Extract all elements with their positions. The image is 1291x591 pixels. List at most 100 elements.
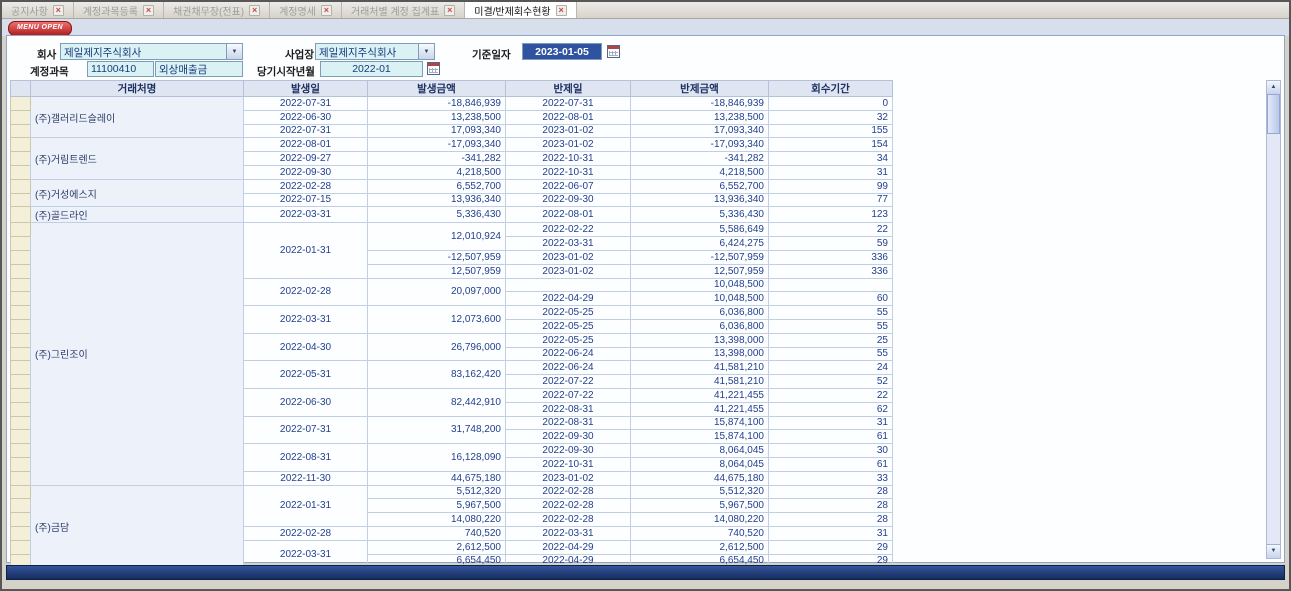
occur-amount-cell[interactable]: 13,238,500 xyxy=(368,110,506,124)
repay-date-cell[interactable]: 2022-10-31 xyxy=(506,152,631,166)
repay-date-cell[interactable]: 2022-05-25 xyxy=(506,333,631,347)
tab-close-icon[interactable]: × xyxy=(556,5,567,16)
row-indicator[interactable] xyxy=(11,319,31,333)
collect-days-cell[interactable]: 24 xyxy=(769,361,893,375)
row-indicator[interactable] xyxy=(11,526,31,540)
occur-amount-cell[interactable]: 82,442,910 xyxy=(368,388,506,416)
repay-date-cell[interactable]: 2023-01-02 xyxy=(506,250,631,264)
repay-date-cell[interactable]: 2022-07-22 xyxy=(506,388,631,402)
row-indicator[interactable] xyxy=(11,430,31,444)
row-indicator[interactable] xyxy=(11,223,31,237)
repay-amount-cell[interactable]: -341,282 xyxy=(631,152,769,166)
collect-days-cell[interactable]: 31 xyxy=(769,416,893,430)
occur-amount-cell[interactable]: -12,507,959 xyxy=(368,250,506,264)
occur-date-cell[interactable]: 2022-01-31 xyxy=(244,485,368,526)
occur-amount-cell[interactable]: 14,080,220 xyxy=(368,513,506,527)
customer-name-cell[interactable]: (주)거성에스지 xyxy=(31,179,244,207)
collect-days-cell[interactable]: 61 xyxy=(769,430,893,444)
repay-amount-cell[interactable]: 10,048,500 xyxy=(631,278,769,292)
company-select[interactable]: 제일제지주식회사 ▼ xyxy=(60,43,243,60)
repay-amount-cell[interactable]: 6,036,800 xyxy=(631,306,769,320)
occur-date-cell[interactable]: 2022-11-30 xyxy=(244,471,368,485)
tab-close-icon[interactable]: × xyxy=(53,5,64,16)
calendar-icon[interactable] xyxy=(427,62,440,75)
repay-amount-cell[interactable]: 41,581,210 xyxy=(631,361,769,375)
occur-date-cell[interactable]: 2022-02-28 xyxy=(244,278,368,306)
repay-amount-cell[interactable]: 14,080,220 xyxy=(631,513,769,527)
repay-date-cell[interactable]: 2022-02-28 xyxy=(506,513,631,527)
row-indicator[interactable] xyxy=(11,471,31,485)
occur-date-cell[interactable]: 2022-04-30 xyxy=(244,333,368,361)
collect-days-cell[interactable]: 59 xyxy=(769,237,893,251)
row-indicator[interactable] xyxy=(11,388,31,402)
collect-days-cell[interactable]: 31 xyxy=(769,526,893,540)
collect-days-cell[interactable]: 52 xyxy=(769,375,893,389)
collect-days-cell[interactable]: 33 xyxy=(769,471,893,485)
row-indicator[interactable] xyxy=(11,152,31,166)
tab-customer-account-summary[interactable]: 거래처별 계정 집계표 × xyxy=(342,2,465,18)
grid-row[interactable]: (주)거성에스지2022-02-286,552,7002022-06-076,5… xyxy=(11,179,893,193)
repay-amount-cell[interactable]: 13,936,340 xyxy=(631,193,769,207)
repay-amount-cell[interactable]: 5,336,430 xyxy=(631,207,769,223)
repay-date-cell[interactable]: 2022-07-31 xyxy=(506,97,631,111)
grid-row[interactable]: (주)거림트렌드2022-08-01-17,093,3402023-01-02-… xyxy=(11,138,893,152)
repay-amount-cell[interactable]: 41,221,455 xyxy=(631,388,769,402)
collect-days-cell[interactable]: 155 xyxy=(769,124,893,138)
occur-date-cell[interactable]: 2022-02-28 xyxy=(244,179,368,193)
repay-amount-cell[interactable]: 13,238,500 xyxy=(631,110,769,124)
occur-amount-cell[interactable]: 5,336,430 xyxy=(368,207,506,223)
repay-amount-cell[interactable]: 6,036,800 xyxy=(631,319,769,333)
collect-days-cell[interactable]: 62 xyxy=(769,402,893,416)
repay-date-cell[interactable]: 2023-01-02 xyxy=(506,264,631,278)
tab-close-icon[interactable]: × xyxy=(444,5,455,16)
occur-amount-cell[interactable]: -341,282 xyxy=(368,152,506,166)
collect-days-cell[interactable]: 55 xyxy=(769,347,893,361)
col-header-occur-amount[interactable]: 발생금액 xyxy=(368,81,506,97)
occur-date-cell[interactable]: 2022-07-15 xyxy=(244,193,368,207)
occur-amount-cell[interactable]: 6,552,700 xyxy=(368,179,506,193)
repay-amount-cell[interactable]: 2,612,500 xyxy=(631,540,769,554)
occur-amount-cell[interactable]: 31,748,200 xyxy=(368,416,506,444)
collect-days-cell[interactable]: 34 xyxy=(769,152,893,166)
occur-date-cell[interactable]: 2022-06-30 xyxy=(244,110,368,124)
occur-date-cell[interactable]: 2022-03-31 xyxy=(244,540,368,568)
row-indicator[interactable] xyxy=(11,165,31,179)
base-date-input[interactable] xyxy=(522,43,602,60)
repay-date-cell[interactable]: 2022-08-01 xyxy=(506,110,631,124)
collect-days-cell[interactable]: 30 xyxy=(769,444,893,458)
occur-amount-cell[interactable]: 13,936,340 xyxy=(368,193,506,207)
grid-row[interactable]: (주)골드라인2022-03-315,336,4302022-08-015,33… xyxy=(11,207,893,223)
occur-amount-cell[interactable]: 83,162,420 xyxy=(368,361,506,389)
menu-open-button[interactable]: MENU OPEN xyxy=(8,21,72,36)
repay-amount-cell[interactable]: 17,093,340 xyxy=(631,124,769,138)
occur-date-cell[interactable]: 2022-03-31 xyxy=(244,207,368,223)
collect-days-cell[interactable]: 336 xyxy=(769,264,893,278)
start-month-input[interactable] xyxy=(320,61,423,77)
row-indicator[interactable] xyxy=(11,110,31,124)
repay-date-cell[interactable]: 2022-04-29 xyxy=(506,540,631,554)
repay-date-cell[interactable]: 2022-03-31 xyxy=(506,526,631,540)
row-indicator[interactable] xyxy=(11,444,31,458)
row-indicator[interactable] xyxy=(11,292,31,306)
customer-name-cell[interactable]: (주)거림트렌드 xyxy=(31,138,244,179)
calendar-icon[interactable] xyxy=(607,45,620,58)
row-indicator[interactable] xyxy=(11,375,31,389)
repay-amount-cell[interactable]: 13,398,000 xyxy=(631,347,769,361)
repay-amount-cell[interactable]: 5,512,320 xyxy=(631,485,769,499)
collect-days-cell[interactable]: 31 xyxy=(769,165,893,179)
collect-days-cell[interactable]: 0 xyxy=(769,97,893,111)
occur-amount-cell[interactable]: 16,128,090 xyxy=(368,444,506,472)
occur-amount-cell[interactable]: 740,520 xyxy=(368,526,506,540)
occur-amount-cell[interactable]: -17,093,340 xyxy=(368,138,506,152)
repay-amount-cell[interactable]: -18,846,939 xyxy=(631,97,769,111)
occur-amount-cell[interactable]: 26,796,000 xyxy=(368,333,506,361)
occur-amount-cell[interactable]: 4,218,500 xyxy=(368,165,506,179)
repay-date-cell[interactable]: 2022-08-31 xyxy=(506,416,631,430)
tab-account-statement[interactable]: 계정명세 × xyxy=(270,2,342,18)
occur-amount-cell[interactable]: 5,967,500 xyxy=(368,499,506,513)
repay-date-cell[interactable]: 2022-02-28 xyxy=(506,499,631,513)
occur-amount-cell[interactable]: 20,097,000 xyxy=(368,278,506,306)
occur-amount-cell[interactable]: -18,846,939 xyxy=(368,97,506,111)
row-indicator[interactable] xyxy=(11,402,31,416)
repay-date-cell[interactable]: 2022-08-31 xyxy=(506,402,631,416)
